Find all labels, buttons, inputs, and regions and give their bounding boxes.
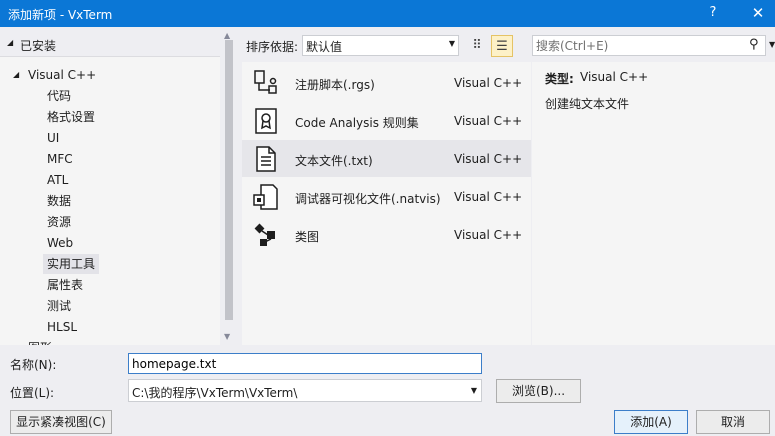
tree-item-label: 属性表 [47, 278, 84, 292]
chevron-down-icon: ▼ [448, 39, 455, 48]
tree-item[interactable]: HLSL [43, 317, 81, 337]
tree-item-label: 图形 [28, 341, 52, 345]
tree-item[interactable]: 测试 [43, 296, 75, 316]
scrollbar-thumb[interactable] [225, 40, 233, 320]
name-input[interactable] [129, 354, 481, 373]
tree-item[interactable]: 实用工具 [43, 254, 100, 274]
tree-item-label: 数据 [47, 194, 72, 208]
sort-bar: 排序依据: 默认值 ▼ ⠿ ☰ [240, 32, 530, 60]
tree-item-label: 实用工具 [47, 257, 96, 271]
text-file-icon [252, 145, 280, 173]
installed-label: 已安装 [20, 39, 57, 53]
tree-item-label: 资源 [47, 215, 72, 229]
name-field-box [128, 353, 482, 374]
search-input[interactable] [536, 37, 741, 54]
tree-item-label: ATL [47, 173, 69, 187]
tree-item-label: Visual C++ [28, 68, 97, 82]
tree-item-label: HLSL [47, 320, 78, 334]
close-button[interactable]: ✕ [746, 2, 770, 24]
help-button[interactable]: ? [701, 2, 725, 24]
class-diagram-icon [252, 221, 280, 249]
location-label: 位置(L): [10, 386, 55, 400]
template-name: 文本文件(.txt) [295, 154, 373, 168]
cancel-button[interactable]: 取消 [696, 410, 770, 434]
tree-item[interactable]: 数据 [43, 191, 75, 211]
template-row[interactable]: 类图 Visual C++ [242, 216, 531, 253]
tree-item[interactable]: UI [43, 128, 63, 148]
type-label: 类型: [545, 72, 574, 86]
collapse-arrow-icon[interactable]: ◢ [7, 38, 13, 47]
tree-scrollbar[interactable]: ▲ ▼ [222, 31, 236, 345]
category-tree: ◢ 已安装 ◢ Visual C++ 代码格式设置 UI MFC ATL 数据资源 Web 实用… [0, 32, 220, 345]
ruleset-icon [252, 107, 280, 135]
tree-item-label: UI [47, 131, 60, 145]
template-language: Visual C++ [454, 190, 523, 204]
tree-installed-header[interactable]: ◢ 已安装 [0, 32, 220, 57]
expanded-arrow-icon[interactable]: ◢ [13, 65, 19, 85]
add-button[interactable]: 添加(A) [614, 410, 688, 434]
tree-item[interactable]: 代码 [43, 86, 75, 106]
template-language: Visual C++ [454, 114, 523, 128]
window-title: 添加新项 - VxTerm [8, 8, 113, 22]
scroll-down-arrow-icon[interactable]: ▼ [224, 332, 230, 341]
tree-item-label: Web [47, 236, 74, 250]
template-language: Visual C++ [454, 152, 523, 166]
tree-item[interactable]: ATL [43, 170, 72, 190]
sort-value: 默认值 [306, 40, 343, 54]
list-view-icon[interactable]: ☰ [491, 35, 513, 57]
template-row[interactable]: 注册脚本(.rgs) Visual C++ [242, 64, 531, 101]
sort-label: 排序依据: [246, 40, 299, 54]
tree-item-label: 代码 [47, 89, 72, 103]
tree-item[interactable]: Web [43, 233, 77, 253]
template-row[interactable]: 文本文件(.txt) Visual C++ [242, 140, 531, 177]
template-name: 调试器可视化文件(.natvis) [295, 192, 441, 206]
browse-button[interactable]: 浏览(B)... [496, 379, 581, 403]
sort-select[interactable]: 默认值 ▼ [302, 35, 459, 56]
tree-item-visual-cpp[interactable]: ◢ Visual C++ [0, 65, 220, 85]
tree-item[interactable]: 资源 [43, 212, 75, 232]
search-box: ⚲ ▼ [532, 35, 775, 56]
grid-view-icon[interactable]: ⠿ [466, 35, 488, 57]
title-bar: 添加新项 - VxTerm ? ✕ [0, 0, 775, 27]
tree-item-label: 格式设置 [47, 110, 96, 124]
chevron-down-icon: ▼ [470, 386, 477, 395]
location-select[interactable]: C:\我的程序\VxTerm\VxTerm\ ▼ [128, 379, 482, 402]
search-icon[interactable]: ⚲ [749, 37, 759, 52]
search-options-dropdown-icon[interactable]: ▼ [769, 40, 775, 49]
location-value: C:\我的程序\VxTerm\VxTerm\ [132, 386, 298, 400]
template-name: 类图 [295, 230, 320, 244]
template-description: 创建纯文本文件 [545, 97, 630, 111]
template-row[interactable]: Code Analysis 规则集 Visual C++ [242, 102, 531, 139]
tree-item[interactable]: MFC [43, 149, 77, 169]
tree-item-label: MFC [47, 152, 73, 166]
name-label: 名称(N): [10, 358, 57, 372]
tree-item-label: 测试 [47, 299, 72, 313]
template-row[interactable]: 调试器可视化文件(.natvis) Visual C++ [242, 178, 531, 215]
template-list: 注册脚本(.rgs) Visual C++ Code Analysis 规则集 Vis… [242, 62, 531, 345]
details-pane: 类型: Visual C++ 创建纯文本文件 [532, 62, 775, 345]
template-language: Visual C++ [454, 228, 523, 242]
natvis-file-icon [252, 183, 280, 211]
scroll-up-arrow-icon[interactable]: ▲ [224, 31, 230, 40]
template-language: Visual C++ [454, 76, 523, 90]
tree-item[interactable]: 格式设置 [43, 107, 99, 127]
template-name: 注册脚本(.rgs) [295, 78, 375, 92]
template-name: Code Analysis 规则集 [295, 116, 419, 130]
tree-item[interactable]: 图形 [28, 338, 52, 345]
compact-view-button[interactable]: 显示紧凑视图(C) [10, 410, 112, 434]
registry-script-icon [252, 69, 280, 97]
type-value: Visual C++ [580, 70, 649, 84]
tree-item[interactable]: 属性表 [43, 275, 87, 295]
